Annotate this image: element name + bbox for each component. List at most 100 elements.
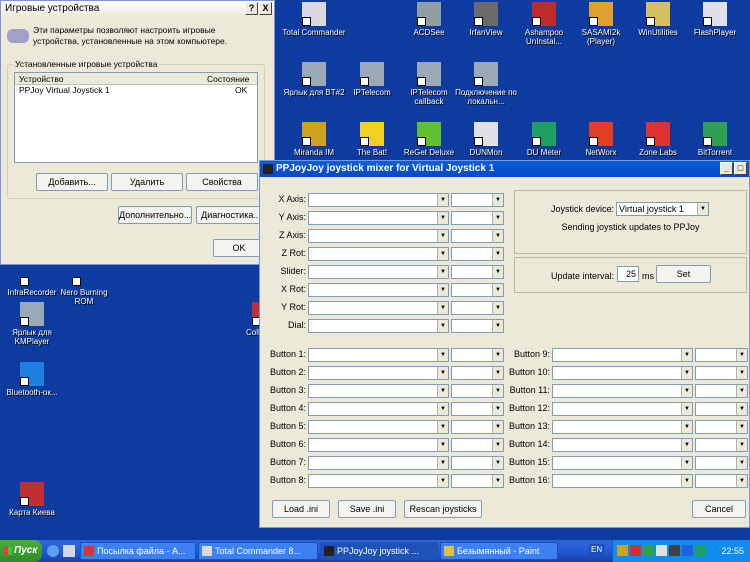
button-source-select[interactable]: ▼: [552, 384, 693, 398]
button-sub-select[interactable]: ▼: [451, 474, 504, 488]
button-sub-select[interactable]: ▼: [695, 456, 748, 470]
desktop-icon[interactable]: BitTorrent: [683, 122, 747, 157]
axis-sub-select[interactable]: ▼: [451, 283, 504, 297]
chevron-down-icon[interactable]: ▼: [736, 403, 747, 415]
chevron-down-icon[interactable]: ▼: [437, 212, 448, 224]
chevron-down-icon[interactable]: ▼: [437, 266, 448, 278]
button-sub-select[interactable]: ▼: [451, 420, 504, 434]
chevron-down-icon[interactable]: ▼: [492, 439, 503, 451]
chevron-down-icon[interactable]: ▼: [736, 475, 747, 487]
chevron-down-icon[interactable]: ▼: [492, 194, 503, 206]
button-sub-select[interactable]: ▼: [695, 348, 748, 362]
axis-source-select[interactable]: ▼: [308, 229, 449, 243]
desktop-icon[interactable]: SASAMI2k (Player): [569, 2, 633, 46]
desktop-icon[interactable]: FlashPlayer: [683, 2, 747, 37]
set-button[interactable]: Set: [656, 265, 711, 283]
cancel-button[interactable]: Cancel: [692, 500, 746, 518]
chevron-down-icon[interactable]: ▼: [736, 457, 747, 469]
axis-source-select[interactable]: ▼: [308, 265, 449, 279]
axis-sub-select[interactable]: ▼: [451, 211, 504, 225]
chevron-down-icon[interactable]: ▼: [492, 266, 503, 278]
network-icon[interactable]: [643, 545, 654, 556]
diagnostics-button[interactable]: Диагностика...: [196, 206, 266, 224]
ok-button[interactable]: OK: [213, 239, 265, 257]
chevron-down-icon[interactable]: ▼: [736, 421, 747, 433]
chevron-down-icon[interactable]: ▼: [437, 320, 448, 332]
chevron-down-icon[interactable]: ▼: [681, 367, 692, 379]
chevron-down-icon[interactable]: ▼: [492, 385, 503, 397]
desktop-icon[interactable]: IrfanView: [454, 2, 518, 37]
button-source-select[interactable]: ▼: [308, 366, 449, 380]
button-source-select[interactable]: ▼: [552, 366, 693, 380]
save-ini-button[interactable]: Save .ini: [338, 500, 396, 518]
minimize-button[interactable]: _: [720, 162, 733, 175]
axis-sub-select[interactable]: ▼: [451, 229, 504, 243]
mixer-titlebar[interactable]: PPJoyJoy joystick mixer for Virtual Joys…: [260, 161, 749, 177]
chevron-down-icon[interactable]: ▼: [736, 367, 747, 379]
chevron-down-icon[interactable]: ▼: [492, 403, 503, 415]
button-source-select[interactable]: ▼: [552, 348, 693, 362]
desktop-icon[interactable]: Ashampoo UnInstal...: [512, 2, 576, 46]
interval-input[interactable]: 25: [617, 266, 639, 282]
chevron-down-icon[interactable]: ▼: [736, 349, 747, 361]
button-source-select[interactable]: ▼: [308, 420, 449, 434]
button-source-select[interactable]: ▼: [552, 402, 693, 416]
properties-button[interactable]: Свойства: [186, 173, 258, 191]
desktop-icon[interactable]: Bluetooth-ок...: [0, 362, 64, 397]
desktop-icon[interactable]: NetWorx: [569, 122, 633, 157]
start-button[interactable]: Пуск: [0, 540, 42, 562]
language-indicator[interactable]: EN: [589, 544, 605, 555]
chevron-down-icon[interactable]: ▼: [437, 194, 448, 206]
chevron-down-icon[interactable]: ▼: [492, 475, 503, 487]
desktop-icon[interactable]: DU Meter: [512, 122, 576, 157]
button-sub-select[interactable]: ▼: [451, 402, 504, 416]
desktop-icon[interactable]: The Bat!: [340, 122, 404, 157]
chevron-down-icon[interactable]: ▼: [437, 367, 448, 379]
button-source-select[interactable]: ▼: [308, 474, 449, 488]
chevron-down-icon[interactable]: ▼: [437, 349, 448, 361]
axis-sub-select[interactable]: ▼: [451, 247, 504, 261]
button-sub-select[interactable]: ▼: [451, 438, 504, 452]
devices-list[interactable]: Устройство Состояние PPJoy Virtual Joyst…: [14, 72, 258, 163]
button-sub-select[interactable]: ▼: [695, 366, 748, 380]
axis-source-select[interactable]: ▼: [308, 247, 449, 261]
axis-source-select[interactable]: ▼: [308, 319, 449, 333]
desktop-icon[interactable]: Total Commander: [282, 2, 346, 37]
button-sub-select[interactable]: ▼: [451, 384, 504, 398]
chevron-down-icon[interactable]: ▼: [437, 302, 448, 314]
chevron-down-icon[interactable]: ▼: [437, 385, 448, 397]
axis-sub-select[interactable]: ▼: [451, 301, 504, 315]
chevron-down-icon[interactable]: ▼: [681, 457, 692, 469]
rescan-joysticks-button[interactable]: Rescan joysticks: [404, 500, 482, 518]
desktop-icon[interactable]: ReGet Deluxe: [397, 122, 461, 157]
desktop-icon[interactable]: Miranda IM: [282, 122, 346, 157]
chevron-down-icon[interactable]: ▼: [681, 349, 692, 361]
desktop-icon[interactable]: DUNMon: [454, 122, 518, 157]
load-ini-button[interactable]: Load .ini: [272, 500, 330, 518]
chevron-down-icon[interactable]: ▼: [681, 403, 692, 415]
chevron-down-icon[interactable]: ▼: [492, 212, 503, 224]
axis-source-select[interactable]: ▼: [308, 283, 449, 297]
desktop-icon[interactable]: Карта Киева: [0, 482, 64, 517]
desktop-icon[interactable]: WinUtilities: [626, 2, 690, 37]
button-source-select[interactable]: ▼: [308, 402, 449, 416]
chevron-down-icon[interactable]: ▼: [492, 320, 503, 332]
axis-sub-select[interactable]: ▼: [451, 319, 504, 333]
button-sub-select[interactable]: ▼: [695, 474, 748, 488]
button-sub-select[interactable]: ▼: [451, 366, 504, 380]
chevron-down-icon[interactable]: ▼: [736, 385, 747, 397]
button-sub-select[interactable]: ▼: [451, 456, 504, 470]
chevron-down-icon[interactable]: ▼: [492, 349, 503, 361]
chevron-down-icon[interactable]: ▼: [437, 457, 448, 469]
chevron-down-icon[interactable]: ▼: [492, 367, 503, 379]
chevron-down-icon[interactable]: ▼: [492, 248, 503, 260]
taskbar-button[interactable]: Посылка файла - A...: [80, 542, 196, 560]
chevron-down-icon[interactable]: ▼: [492, 230, 503, 242]
chevron-down-icon[interactable]: ▼: [437, 421, 448, 433]
add-button[interactable]: Добавить...: [36, 173, 108, 191]
button-source-select[interactable]: ▼: [552, 474, 693, 488]
shield-icon[interactable]: [617, 545, 628, 556]
chevron-down-icon[interactable]: ▼: [437, 230, 448, 242]
desktop-icon[interactable]: Подключение по локальн...: [454, 62, 518, 106]
desktop-icon[interactable]: IPTelecom: [340, 62, 404, 97]
